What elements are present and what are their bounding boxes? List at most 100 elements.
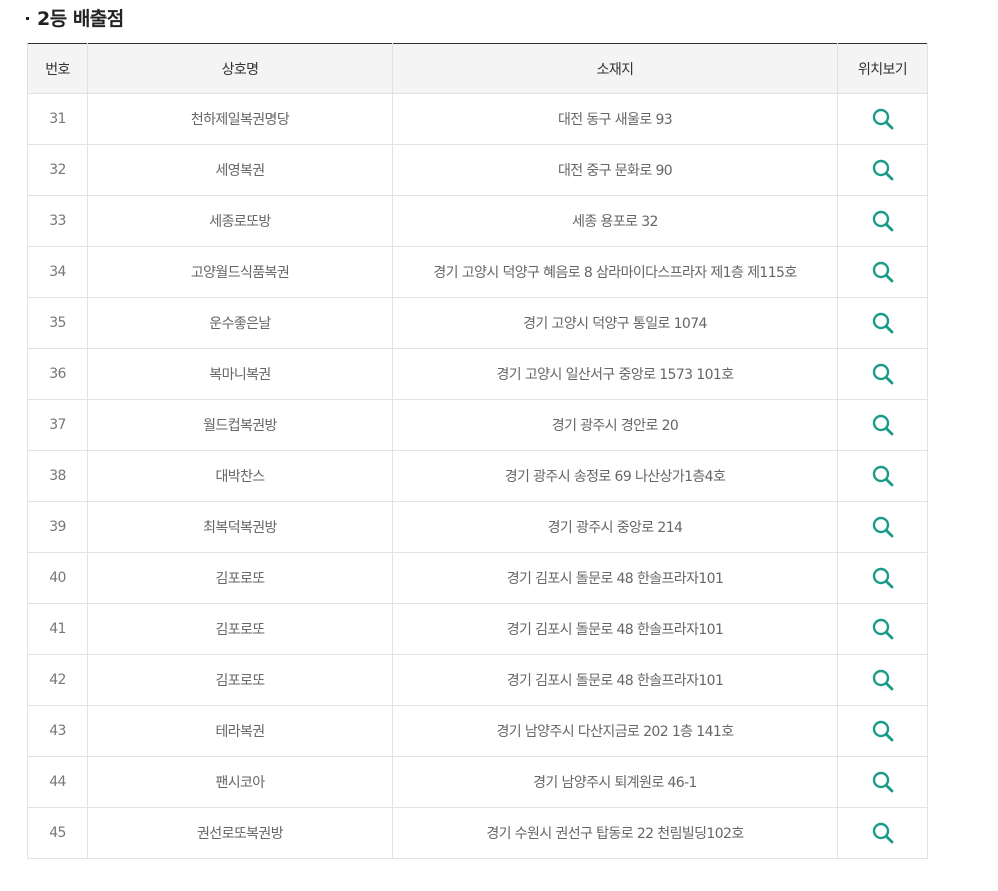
map-cell: [837, 246, 928, 298]
table-row: 44 팬시코아 경기 남양주시 퇴계원로 46-1: [27, 756, 928, 808]
map-cell: [837, 705, 928, 757]
store-number: 43: [27, 705, 88, 757]
search-icon: [872, 363, 893, 385]
store-name: 세영복권: [87, 144, 393, 196]
store-number: 38: [27, 450, 88, 502]
store-name: 김포로또: [87, 654, 393, 706]
map-cell: [837, 144, 928, 196]
table-row: 41 김포로또 경기 김포시 돌문로 48 한솔프라자101: [27, 603, 928, 655]
view-location-button[interactable]: [870, 565, 896, 591]
store-address: 대전 동구 새울로 93: [392, 93, 838, 145]
map-cell: [837, 552, 928, 604]
map-cell: [837, 807, 928, 859]
store-address: 경기 광주시 중앙로 214: [392, 501, 838, 553]
store-address: 경기 김포시 돌문로 48 한솔프라자101: [392, 603, 838, 655]
store-address: 경기 김포시 돌문로 48 한솔프라자101: [392, 654, 838, 706]
store-number: 45: [27, 807, 88, 859]
view-location-button[interactable]: [870, 616, 896, 642]
view-location-button[interactable]: [870, 259, 896, 285]
view-location-button[interactable]: [870, 412, 896, 438]
view-location-button[interactable]: [870, 463, 896, 489]
map-cell: [837, 450, 928, 502]
map-cell: [837, 297, 928, 349]
map-cell: [837, 501, 928, 553]
table-row: 33 세종로또방 세종 용포로 32: [27, 195, 928, 247]
table-row: 31 천하제일복권명당 대전 동구 새울로 93: [27, 93, 928, 145]
store-number: 32: [27, 144, 88, 196]
section-title-text: 2등 배출점: [37, 7, 124, 30]
table-body: 31 천하제일복권명당 대전 동구 새울로 93 32 세영복권 대전 중구 문화로 90…: [27, 93, 928, 859]
view-location-button[interactable]: [870, 514, 896, 540]
store-address: 경기 김포시 돌문로 48 한솔프라자101: [392, 552, 838, 604]
store-number: 35: [27, 297, 88, 349]
header-number: 번호: [27, 43, 88, 94]
store-address: 경기 고양시 덕양구 혜음로 8 삼라마이다스프라자 제1층 제115호: [392, 246, 838, 298]
search-icon: [872, 567, 893, 589]
store-name: 대박찬스: [87, 450, 393, 502]
store-name: 천하제일복권명당: [87, 93, 393, 145]
store-address: 경기 수원시 권선구 탑동로 22 천림빌딩102호: [392, 807, 838, 859]
search-icon: [872, 771, 893, 793]
second-prize-stores-table: 번호 상호명 소재지 위치보기 31 천하제일복권명당 대전 동구 새울로 93 32…: [27, 43, 928, 859]
view-location-button[interactable]: [870, 208, 896, 234]
store-name: 월드컵복권방: [87, 399, 393, 451]
header-name: 상호명: [87, 43, 393, 94]
store-address: 경기 남양주시 다산지금로 202 1층 141호: [392, 705, 838, 757]
store-name: 고양월드식품복권: [87, 246, 393, 298]
table-row: 43 테라복권 경기 남양주시 다산지금로 202 1층 141호: [27, 705, 928, 757]
table-row: 37 월드컵복권방 경기 광주시 경안로 20: [27, 399, 928, 451]
header-address: 소재지: [392, 43, 838, 94]
view-location-button[interactable]: [870, 310, 896, 336]
section-title: 2등 배출점: [26, 2, 124, 32]
store-address: 경기 남양주시 퇴계원로 46-1: [392, 756, 838, 808]
search-icon: [872, 414, 893, 436]
store-name: 팬시코아: [87, 756, 393, 808]
store-name: 운수좋은날: [87, 297, 393, 349]
search-icon: [872, 720, 893, 742]
search-icon: [872, 159, 893, 181]
store-address: 경기 고양시 일산서구 중앙로 1573 101호: [392, 348, 838, 400]
view-location-button[interactable]: [870, 667, 896, 693]
table-header-row: 번호 상호명 소재지 위치보기: [27, 43, 928, 94]
store-name: 테라복권: [87, 705, 393, 757]
store-number: 39: [27, 501, 88, 553]
search-icon: [872, 261, 893, 283]
store-name: 김포로또: [87, 603, 393, 655]
view-location-button[interactable]: [870, 106, 896, 132]
view-location-button[interactable]: [870, 718, 896, 744]
search-icon: [872, 618, 893, 640]
search-icon: [872, 822, 893, 844]
search-icon: [872, 108, 893, 130]
store-number: 42: [27, 654, 88, 706]
bullet-dot: [26, 16, 29, 20]
store-name: 김포로또: [87, 552, 393, 604]
map-cell: [837, 93, 928, 145]
store-number: 44: [27, 756, 88, 808]
table-row: 39 최복덕복권방 경기 광주시 중앙로 214: [27, 501, 928, 553]
search-icon: [872, 312, 893, 334]
view-location-button[interactable]: [870, 769, 896, 795]
table-row: 35 운수좋은날 경기 고양시 덕양구 통일로 1074: [27, 297, 928, 349]
store-number: 37: [27, 399, 88, 451]
search-icon: [872, 210, 893, 232]
map-cell: [837, 195, 928, 247]
map-cell: [837, 399, 928, 451]
store-address: 대전 중구 문화로 90: [392, 144, 838, 196]
store-name: 복마니복권: [87, 348, 393, 400]
table-row: 40 김포로또 경기 김포시 돌문로 48 한솔프라자101: [27, 552, 928, 604]
store-address: 경기 고양시 덕양구 통일로 1074: [392, 297, 838, 349]
store-number: 31: [27, 93, 88, 145]
store-number: 34: [27, 246, 88, 298]
header-map: 위치보기: [837, 43, 928, 94]
store-number: 40: [27, 552, 88, 604]
store-name: 세종로또방: [87, 195, 393, 247]
map-cell: [837, 603, 928, 655]
view-location-button[interactable]: [870, 361, 896, 387]
view-location-button[interactable]: [870, 820, 896, 846]
table-row: 45 권선로또복권방 경기 수원시 권선구 탑동로 22 천림빌딩102호: [27, 807, 928, 859]
store-address: 세종 용포로 32: [392, 195, 838, 247]
view-location-button[interactable]: [870, 157, 896, 183]
store-number: 33: [27, 195, 88, 247]
table-row: 38 대박찬스 경기 광주시 송정로 69 나산상가1층4호: [27, 450, 928, 502]
store-address: 경기 광주시 송정로 69 나산상가1층4호: [392, 450, 838, 502]
